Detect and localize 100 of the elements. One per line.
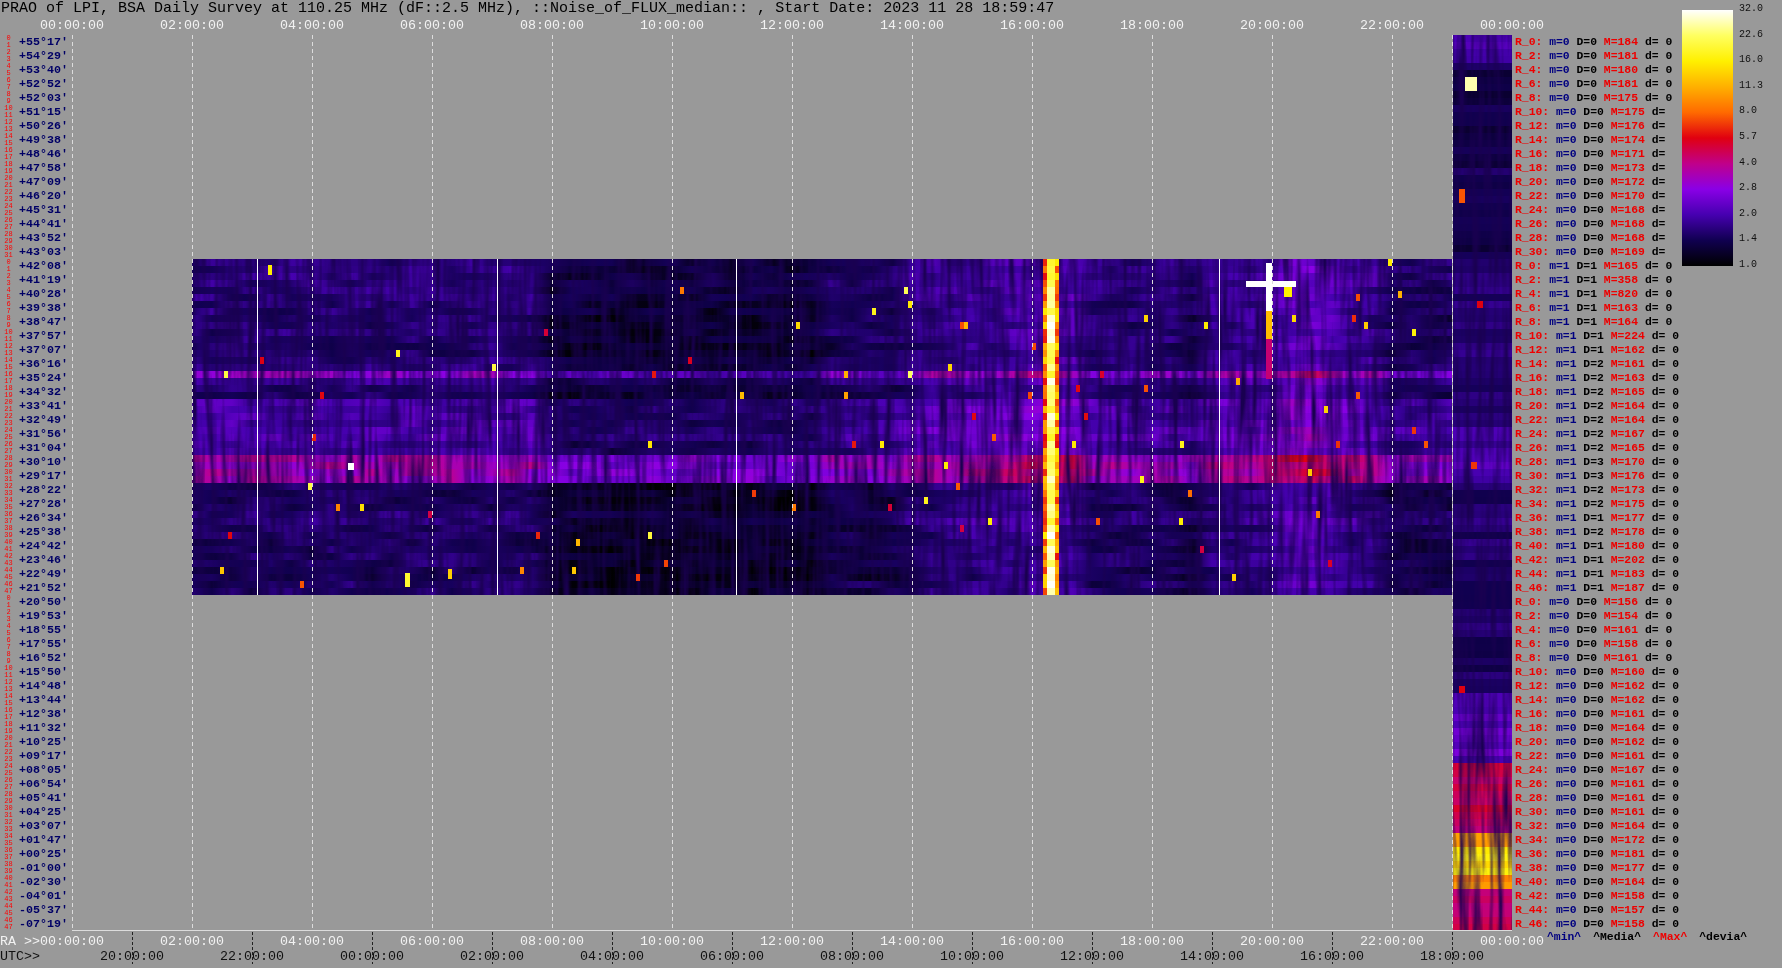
median-value: D=2 xyxy=(1583,357,1604,371)
colorbar-tick-label: 32.0 xyxy=(1739,3,1763,15)
min-value: m=1 xyxy=(1556,497,1577,511)
max-value: M=175 xyxy=(1610,497,1645,511)
min-value: m=0 xyxy=(1549,35,1570,49)
deviation-value: d= 0 xyxy=(1651,511,1680,525)
deviation-value: d= 0 xyxy=(1651,385,1680,399)
min-value: m=0 xyxy=(1556,217,1577,231)
max-value: M=173 xyxy=(1610,483,1645,497)
beam-label: R_20: xyxy=(1515,735,1550,749)
declination-label: +47°58' xyxy=(19,161,68,175)
deviation-value: d= 0 xyxy=(1651,917,1680,931)
min-value: m=1 xyxy=(1556,567,1577,581)
beam-label: R_10: xyxy=(1515,105,1550,119)
min-value: m=1 xyxy=(1549,301,1570,315)
declination-label: +31°04' xyxy=(19,441,68,455)
max-value: M=163 xyxy=(1610,371,1645,385)
max-value: M=165 xyxy=(1603,259,1639,273)
beam-label: R_22: xyxy=(1515,189,1550,203)
beam-label: R_36: xyxy=(1515,847,1550,861)
declination-label: +44°41' xyxy=(19,217,68,231)
max-value: M=161 xyxy=(1610,357,1645,371)
median-value: D=0 xyxy=(1583,735,1604,749)
min-value: m=1 xyxy=(1549,273,1570,287)
beam-label: R_34: xyxy=(1515,497,1550,511)
max-value: M=164 xyxy=(1610,413,1645,427)
min-value: m=0 xyxy=(1556,721,1577,735)
min-value: m=1 xyxy=(1556,469,1577,483)
utc-axis-label: 14:00:00 xyxy=(1180,949,1244,964)
max-value: M=177 xyxy=(1610,861,1645,875)
median-value: D=0 xyxy=(1583,665,1604,679)
min-value: m=0 xyxy=(1556,175,1577,189)
min-value: m=0 xyxy=(1556,203,1577,217)
min-value: m=0 xyxy=(1556,161,1577,175)
min-value: m=0 xyxy=(1556,889,1577,903)
declination-label: -04°01' xyxy=(19,889,68,903)
min-value: m=0 xyxy=(1556,875,1577,889)
declination-label: +47°09' xyxy=(19,175,68,189)
min-value: m=1 xyxy=(1556,525,1577,539)
max-value: M=187 xyxy=(1610,581,1645,595)
declination-label: +05°41' xyxy=(19,791,68,805)
utc-axis-label: 00:00:00 xyxy=(340,949,404,964)
max-value: M=167 xyxy=(1610,763,1645,777)
beam-label: R_6: xyxy=(1515,637,1543,651)
median-value: D=1 xyxy=(1583,539,1604,553)
median-value: D=1 xyxy=(1583,553,1604,567)
median-value: D=0 xyxy=(1583,231,1604,245)
declination-label: +29°17' xyxy=(19,469,68,483)
declination-label: +51°15' xyxy=(19,105,68,119)
median-value: D=0 xyxy=(1576,49,1598,63)
declination-label: -02°30' xyxy=(19,875,68,889)
min-value: m=0 xyxy=(1549,91,1570,105)
min-value: m=0 xyxy=(1556,119,1577,133)
time-axis-label: 20:00:00 xyxy=(1240,19,1304,33)
deviation-value: d= 0 xyxy=(1651,483,1680,497)
deviation-value: d= 0 xyxy=(1644,623,1673,637)
time-axis-label: 10:00:00 xyxy=(640,19,704,33)
median-value: D=2 xyxy=(1583,497,1604,511)
deviation-value: d= 0 xyxy=(1651,707,1680,721)
min-value: m=0 xyxy=(1549,637,1570,651)
deviation-value: d= 0 xyxy=(1651,721,1680,735)
median-value: D=1 xyxy=(1576,315,1598,329)
max-value: M=160 xyxy=(1610,665,1645,679)
min-value: m=0 xyxy=(1556,917,1577,931)
beam-label: R_2: xyxy=(1515,609,1543,623)
ra-axis-label: 10:00:00 xyxy=(640,935,704,950)
median-value: D=1 xyxy=(1576,273,1598,287)
beam-label: R_30: xyxy=(1515,245,1550,259)
max-value: M=175 xyxy=(1603,91,1639,105)
declination-label: +16°52' xyxy=(19,651,68,665)
min-value: m=1 xyxy=(1556,413,1577,427)
declination-label: -07°19' xyxy=(19,917,68,931)
deviation-value: d= 0 xyxy=(1644,637,1673,651)
min-value: m=1 xyxy=(1556,399,1577,413)
deviation-value: d= 0 xyxy=(1644,273,1673,287)
time-axis-label: 02:00:00 xyxy=(160,19,224,33)
deviation-value: d= 0 xyxy=(1651,749,1680,763)
beam-label: R_28: xyxy=(1515,455,1550,469)
declination-label: +03°07' xyxy=(19,819,68,833)
min-value: m=0 xyxy=(1556,791,1577,805)
max-value: M=163 xyxy=(1603,301,1639,315)
max-value: M=165 xyxy=(1610,385,1645,399)
time-axis-label: 18:00:00 xyxy=(1120,19,1184,33)
declination-label: +08°05' xyxy=(19,763,68,777)
deviation-value: d= 0 xyxy=(1644,609,1673,623)
declination-label: +25°38' xyxy=(19,525,68,539)
max-value: M=358 xyxy=(1603,273,1639,287)
max-value: M=181 xyxy=(1603,49,1639,63)
deviation-value: d= 0 xyxy=(1651,903,1680,917)
declination-label: +54°29' xyxy=(19,49,68,63)
min-value: m=1 xyxy=(1556,441,1577,455)
max-value: M=184 xyxy=(1603,35,1639,49)
beam-label: R_28: xyxy=(1515,791,1550,805)
colorbar-tick-label: 16.0 xyxy=(1739,54,1763,67)
time-axis-label: 04:00:00 xyxy=(280,19,344,33)
beam-label: R_22: xyxy=(1515,749,1550,763)
min-value: m=1 xyxy=(1556,329,1577,343)
beam-label: R_2: xyxy=(1515,49,1543,63)
beam-label: R_26: xyxy=(1515,777,1550,791)
declination-label: +31°56' xyxy=(19,427,68,441)
